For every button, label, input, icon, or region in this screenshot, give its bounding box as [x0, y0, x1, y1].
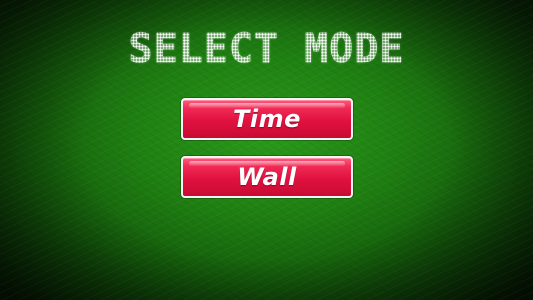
- game-screen: SELECT MODE Time Wall: [0, 0, 533, 300]
- time-mode-label: Time: [233, 105, 301, 133]
- wall-mode-button[interactable]: Wall: [181, 156, 353, 198]
- wall-mode-label: Wall: [237, 163, 297, 191]
- select-mode-title: SELECT MODE: [0, 24, 533, 74]
- time-mode-button[interactable]: Time: [181, 98, 353, 140]
